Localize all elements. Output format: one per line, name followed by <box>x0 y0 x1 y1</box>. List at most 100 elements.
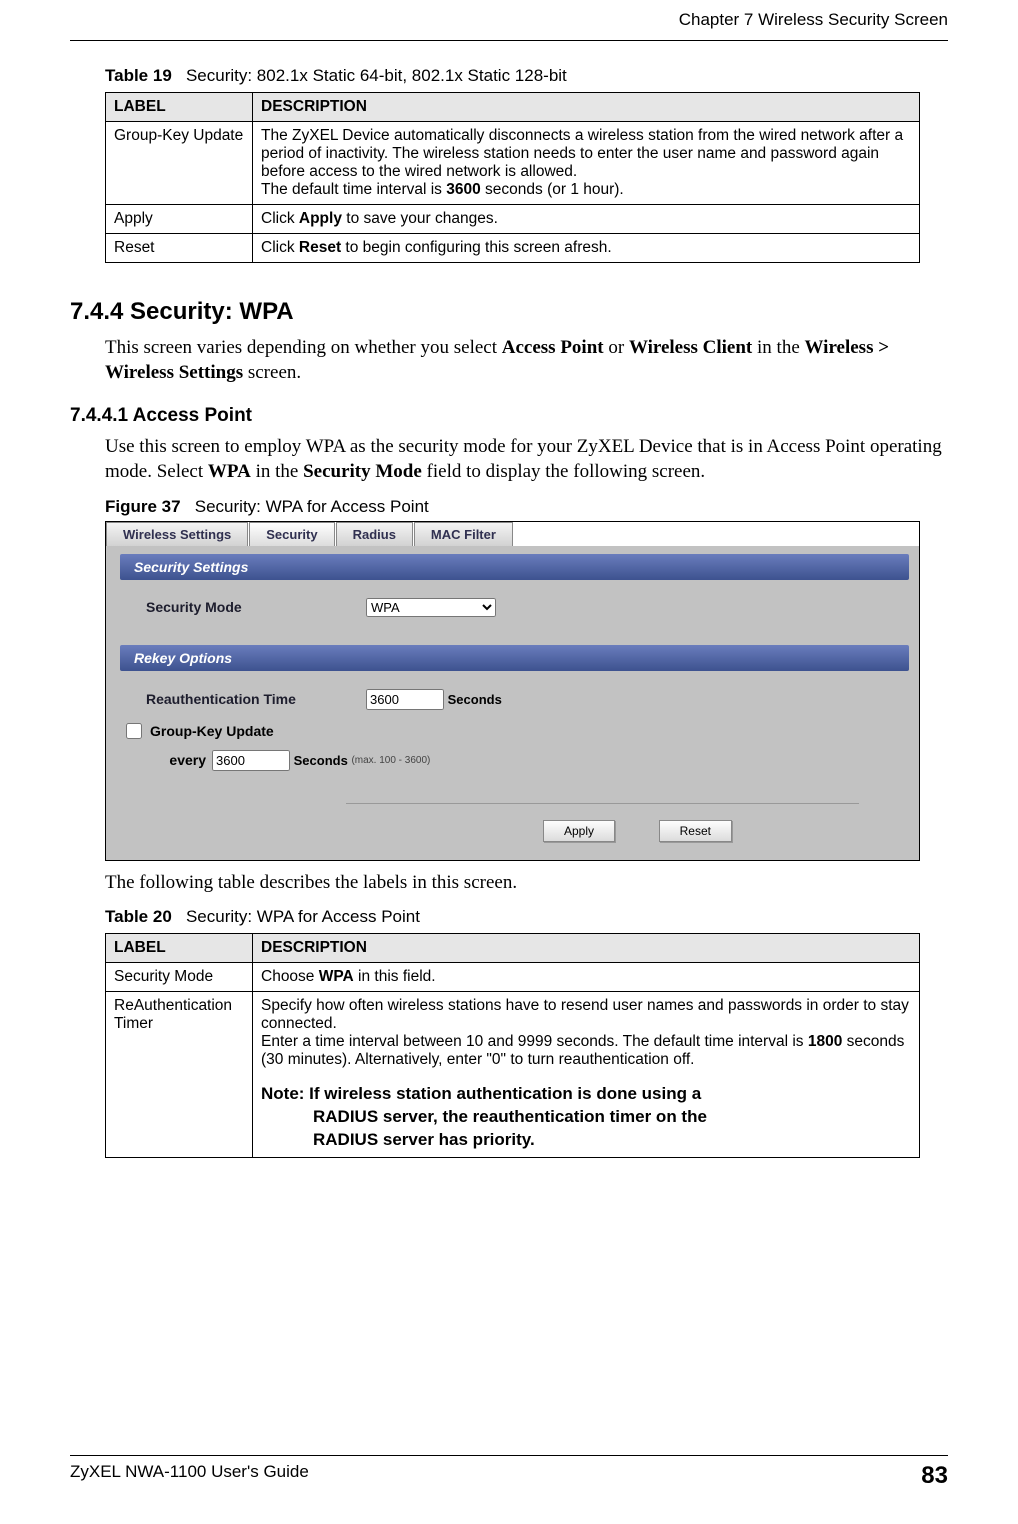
after-figure-text: The following table describes the labels… <box>105 871 948 896</box>
text: This screen varies depending on whether … <box>105 337 502 358</box>
table20-caption: Table 20 Security: WPA for Access Point <box>105 907 948 927</box>
every-label: every <box>146 752 206 768</box>
footer-guide: ZyXEL NWA-1100 User's Guide <box>70 1462 309 1490</box>
text: in the <box>752 337 804 358</box>
table-row: Reset Click Reset to begin configuring t… <box>106 234 920 263</box>
text: field to display the following screen. <box>422 461 705 482</box>
text-bold: Security Mode <box>303 461 422 482</box>
note-line: RADIUS server, the reauthentication time… <box>261 1106 911 1129</box>
gku-label: Group-Key Update <box>150 723 274 739</box>
section-7-4-4-1-p1: Use this screen to employ WPA as the sec… <box>105 435 948 484</box>
cell-desc: Specify how often wireless stations have… <box>253 992 920 1158</box>
security-mode-select[interactable]: WPA <box>366 598 496 617</box>
security-mode-row: Security Mode WPA <box>146 598 879 617</box>
tabs-bar: Wireless Settings Security Radius MAC Fi… <box>106 522 919 546</box>
text: in the <box>251 461 303 482</box>
table20: LABEL DESCRIPTION Security Mode Choose W… <box>105 933 920 1158</box>
band-rekey-options: Rekey Options <box>120 645 909 671</box>
table19-label: Table 19 <box>105 66 172 85</box>
cell-label: ReAuthentication Timer <box>106 992 253 1158</box>
text: The ZyXEL Device automatically disconnec… <box>261 127 903 180</box>
section-7-4-4-p1: This screen varies depending on whether … <box>105 336 948 385</box>
table-header-row: LABEL DESCRIPTION <box>106 93 920 122</box>
table19-text: Security: 802.1x Static 64-bit, 802.1x S… <box>186 66 567 85</box>
reauth-label: Reauthentication Time <box>146 691 366 707</box>
max-note: (max. 100 - 3600) <box>351 755 430 766</box>
table20-text: Security: WPA for Access Point <box>186 907 420 926</box>
tab-wireless-settings[interactable]: Wireless Settings <box>106 522 248 546</box>
security-mode-label: Security Mode <box>146 599 366 615</box>
figure-text: Security: WPA for Access Point <box>195 497 429 516</box>
section-7-4-4-heading: 7.4.4 Security: WPA <box>70 298 948 326</box>
table19-caption: Table 19 Security: 802.1x Static 64-bit,… <box>105 66 948 86</box>
table-row: Apply Click Apply to save your changes. <box>106 205 920 234</box>
figure-label: Figure 37 <box>105 497 181 516</box>
text: Specify how often wireless stations have… <box>261 997 909 1032</box>
text-bold: WPA <box>208 461 251 482</box>
security-settings-area: Security Mode WPA <box>106 584 919 637</box>
divider <box>346 803 859 804</box>
chapter-header: Chapter 7 Wireless Security Screen <box>70 10 948 30</box>
gku-input[interactable] <box>212 750 290 771</box>
text: Click <box>261 210 299 227</box>
text: Choose <box>261 968 319 985</box>
seconds-label-2: Seconds <box>294 753 348 768</box>
table19: LABEL DESCRIPTION Group-Key Update The Z… <box>105 92 920 263</box>
gku-checkbox[interactable] <box>126 723 142 739</box>
reset-button[interactable]: Reset <box>659 820 732 842</box>
footer-page-number: 83 <box>921 1462 948 1490</box>
band-security-settings: Security Settings <box>120 554 909 580</box>
text: to begin configuring this screen afresh. <box>341 239 612 256</box>
page-footer: ZyXEL NWA-1100 User's Guide 83 <box>70 1455 948 1490</box>
table-row: Group-Key Update The ZyXEL Device automa… <box>106 122 920 205</box>
text-bold: WPA <box>319 968 354 985</box>
text-bold: Access Point <box>502 337 604 358</box>
rekey-options-area: Reauthentication Time Seconds Group-Key … <box>106 675 919 791</box>
table-header-row: LABEL DESCRIPTION <box>106 934 920 963</box>
col-label: LABEL <box>106 93 253 122</box>
cell-desc: Click Reset to begin configuring this sc… <box>253 234 920 263</box>
table-row: Security Mode Choose WPA in this field. <box>106 963 920 992</box>
text-bold: 1800 <box>808 1033 842 1050</box>
reauth-row: Reauthentication Time Seconds <box>146 689 879 710</box>
cell-desc: Click Apply to save your changes. <box>253 205 920 234</box>
header-rule <box>70 40 948 41</box>
text: to save your changes. <box>342 210 498 227</box>
text-bold: Wireless Client <box>629 337 752 358</box>
reauth-input[interactable] <box>366 689 444 710</box>
table-row: ReAuthentication Timer Specify how often… <box>106 992 920 1158</box>
text: in this field. <box>354 968 436 985</box>
text: or <box>604 337 629 358</box>
text: screen. <box>243 362 301 383</box>
section-7-4-4-1-heading: 7.4.4.1 Access Point <box>70 405 948 427</box>
cell-label: Group-Key Update <box>106 122 253 205</box>
cell-label: Apply <box>106 205 253 234</box>
cell-label: Security Mode <box>106 963 253 992</box>
tab-security[interactable]: Security <box>249 522 334 546</box>
gku-every-row: every Seconds (max. 100 - 3600) <box>146 750 879 771</box>
cell-label: Reset <box>106 234 253 263</box>
button-row: Apply Reset <box>106 816 919 860</box>
text: Enter a time interval between 10 and 999… <box>261 1033 808 1050</box>
text-bold: 3600 <box>446 181 480 198</box>
text: seconds (or 1 hour). <box>481 181 624 198</box>
text: Click <box>261 239 299 256</box>
cell-desc: Choose WPA in this field. <box>253 963 920 992</box>
col-label: LABEL <box>106 934 253 963</box>
tab-mac-filter[interactable]: MAC Filter <box>414 522 513 546</box>
note-block: Note: If wireless station authentication… <box>261 1083 911 1152</box>
figure37-screenshot: Wireless Settings Security Radius MAC Fi… <box>105 521 920 861</box>
apply-button[interactable]: Apply <box>543 820 615 842</box>
cell-desc: The ZyXEL Device automatically disconnec… <box>253 122 920 205</box>
text-bold: Reset <box>299 239 341 256</box>
note-line: RADIUS server has priority. <box>261 1129 911 1152</box>
table20-label: Table 20 <box>105 907 172 926</box>
text: The default time interval is <box>261 181 446 198</box>
seconds-label: Seconds <box>448 692 502 707</box>
figure37-caption: Figure 37 Security: WPA for Access Point <box>105 497 948 517</box>
col-description: DESCRIPTION <box>253 93 920 122</box>
text-bold: Apply <box>299 210 342 227</box>
gku-row: Group-Key Update <box>122 720 879 742</box>
tab-radius[interactable]: Radius <box>336 522 413 546</box>
col-description: DESCRIPTION <box>253 934 920 963</box>
